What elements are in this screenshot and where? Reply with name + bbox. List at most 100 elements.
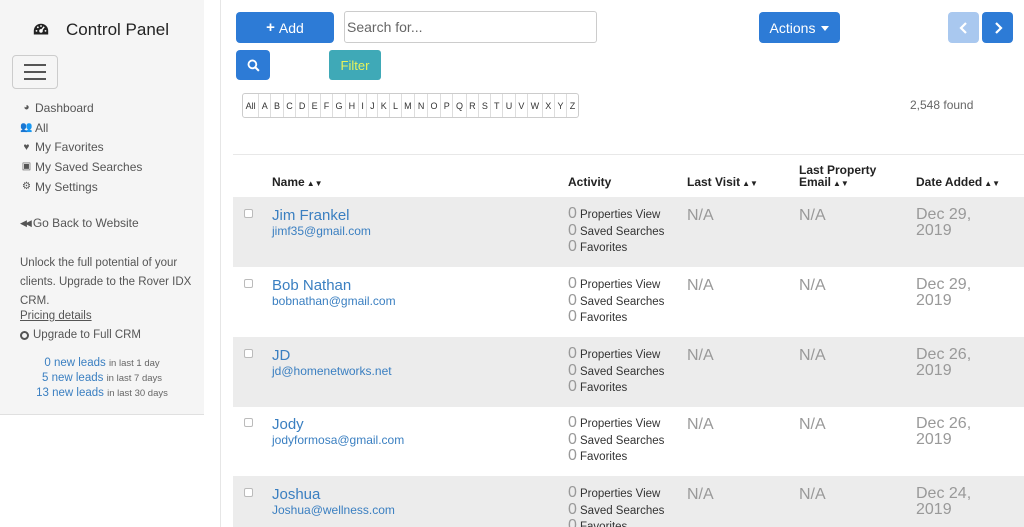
alphabet-letter[interactable]: F [321, 94, 333, 117]
alphabet-letter[interactable]: K [378, 94, 391, 117]
contact-email-link[interactable]: jodyformosa@gmail.com [272, 433, 404, 447]
alphabet-letter[interactable]: D [296, 94, 309, 117]
table-row[interactable]: Bob Nathan bobnathan@gmail.com 0 Properties… [233, 267, 1024, 337]
alphabet-letter[interactable]: Z [567, 94, 578, 117]
alphabet-letter[interactable]: H [346, 94, 359, 117]
alphabet-letter[interactable]: W [528, 94, 543, 117]
alphabet-letter[interactable]: J [367, 94, 379, 117]
row-checkbox[interactable] [244, 209, 253, 218]
filter-button[interactable]: Filter [329, 50, 381, 80]
alphabet-letter[interactable]: L [390, 94, 402, 117]
alphabet-letter[interactable]: X [543, 94, 555, 117]
row-checkbox[interactable] [244, 279, 253, 288]
hamburger-icon-bar [24, 71, 46, 73]
results-count: 2,548 found [910, 98, 974, 112]
sidebar-item-dashboard[interactable]: ◕ Dashboard [20, 98, 142, 118]
alphabet-letter[interactable]: B [271, 94, 284, 117]
alphabet-letter[interactable]: V [516, 94, 529, 117]
row-checkbox[interactable] [244, 418, 253, 427]
header-label: Email [799, 175, 832, 189]
alphabet-letter[interactable]: P [441, 94, 454, 117]
search-button[interactable] [236, 50, 270, 80]
sidebar-item-settings[interactable]: ⚙ My Settings [20, 177, 142, 197]
new-leads-link[interactable]: 5 new leads [42, 372, 103, 384]
alphabet-letter[interactable]: U [503, 94, 516, 117]
activity-count: 0 [568, 345, 577, 362]
sidebar-item-label: My Settings [35, 179, 98, 194]
alphabet-letter[interactable]: Q [453, 94, 467, 117]
alphabet-letter[interactable]: Y [555, 94, 568, 117]
table-row[interactable]: Jim Frankel jimf35@gmail.com 0 Properties V… [233, 197, 1024, 267]
leads-period: in last 30 days [107, 388, 168, 399]
new-leads-link[interactable]: 13 new leads [36, 387, 104, 399]
sidebar-item-all[interactable]: 👥 All [20, 118, 142, 138]
contact-email-link[interactable]: jd@homenetworks.net [272, 364, 392, 378]
search-input[interactable] [344, 11, 597, 43]
go-back-link[interactable]: ◀◀ Go Back to Website [20, 216, 139, 230]
contact-email-link[interactable]: bobnathan@gmail.com [272, 294, 396, 308]
dashboard-icon: ◕ [23, 102, 30, 114]
new-leads-link[interactable]: 0 new leads [44, 357, 105, 369]
activity-label: Favorites [580, 242, 628, 254]
alphabet-letter[interactable]: E [309, 94, 322, 117]
alphabet-letter[interactable]: G [333, 94, 347, 117]
add-button[interactable]: + Add [236, 12, 334, 43]
contact-name-link[interactable]: Joshua [272, 486, 320, 503]
menu-toggle-button[interactable] [12, 55, 58, 89]
contact-name-link[interactable]: JD [272, 347, 290, 364]
alphabet-letter[interactable]: S [479, 94, 492, 117]
header-label: Date Added [916, 175, 983, 189]
header-label: Name [272, 175, 305, 189]
alphabet-letter[interactable]: C [284, 94, 297, 117]
pricing-details-link[interactable]: Pricing details [20, 310, 92, 322]
alphabet-letter[interactable]: M [402, 94, 416, 117]
upgrade-crm-link[interactable]: Upgrade to Full CRM [20, 329, 141, 341]
next-page-button[interactable] [982, 12, 1013, 43]
column-header-date-added[interactable]: Date Added ▲▼ [916, 175, 1000, 189]
alphabet-letter[interactable]: All [243, 94, 260, 117]
upgrade-label: Upgrade to Full CRM [33, 329, 142, 341]
activity-line: 0 Favorites [568, 447, 664, 464]
activity-count: 0 [568, 275, 577, 292]
previous-page-button[interactable] [948, 12, 979, 43]
table-row[interactable]: JD jd@homenetworks.net 0 Properties View 0 Sa… [233, 337, 1024, 407]
activity-label: Favorites [580, 312, 628, 324]
heart-icon: ♥ [23, 141, 30, 153]
activity-label: Properties View [580, 418, 661, 430]
activity-line: 0 Favorites [568, 378, 664, 395]
contact-name-link[interactable]: Jody [272, 416, 304, 433]
chevron-left-icon [958, 21, 967, 34]
column-header-last-visit[interactable]: Last Visit ▲▼ [687, 175, 758, 189]
plus-icon: + [266, 19, 275, 36]
date-added-line: 2019 [916, 362, 952, 379]
leads-line: 0 new leads in last 1 day [0, 356, 204, 371]
table-row[interactable]: Joshua Joshua@wellness.com 0 Properties Vie… [233, 476, 1024, 527]
activity-label: Favorites [580, 451, 628, 463]
activity-line: 0 Saved Searches [568, 362, 664, 379]
alphabet-letter[interactable]: T [491, 94, 504, 117]
alphabet-letter[interactable]: R [467, 94, 480, 117]
contact-name-link[interactable]: Jim Frankel [272, 207, 350, 224]
contact-email-link[interactable]: Joshua@wellness.com [272, 503, 395, 517]
row-checkbox[interactable] [244, 349, 253, 358]
column-header-name[interactable]: Name ▲▼ [272, 175, 323, 189]
sidebar-item-favorites[interactable]: ♥ My Favorites [20, 137, 142, 157]
alphabet-letter[interactable]: I [359, 94, 368, 117]
hamburger-icon-bar [24, 78, 46, 80]
alphabet-letter[interactable]: O [428, 94, 442, 117]
sidebar-item-label: My Saved Searches [35, 159, 143, 174]
table-row[interactable]: Jody jodyformosa@gmail.com 0 Properties Vie… [233, 406, 1024, 476]
column-header-last-property-email[interactable]: Last Property Email ▲▼ [799, 164, 876, 190]
alphabet-letter[interactable]: A [259, 94, 272, 117]
caret-down-icon [821, 26, 830, 31]
activity-line: 0 Saved Searches [568, 222, 664, 239]
alphabet-letter[interactable]: N [415, 94, 428, 117]
row-checkbox[interactable] [244, 488, 253, 497]
contact-email-link[interactable]: jimf35@gmail.com [272, 224, 371, 238]
contact-name-link[interactable]: Bob Nathan [272, 277, 351, 294]
activity-line: 0 Saved Searches [568, 501, 664, 518]
backward-icon: ◀◀ [20, 217, 32, 228]
activity-label: Favorites [580, 521, 628, 527]
sidebar-item-saved-searches[interactable]: ▣ My Saved Searches [20, 157, 143, 177]
actions-dropdown-button[interactable]: Actions [759, 12, 840, 43]
